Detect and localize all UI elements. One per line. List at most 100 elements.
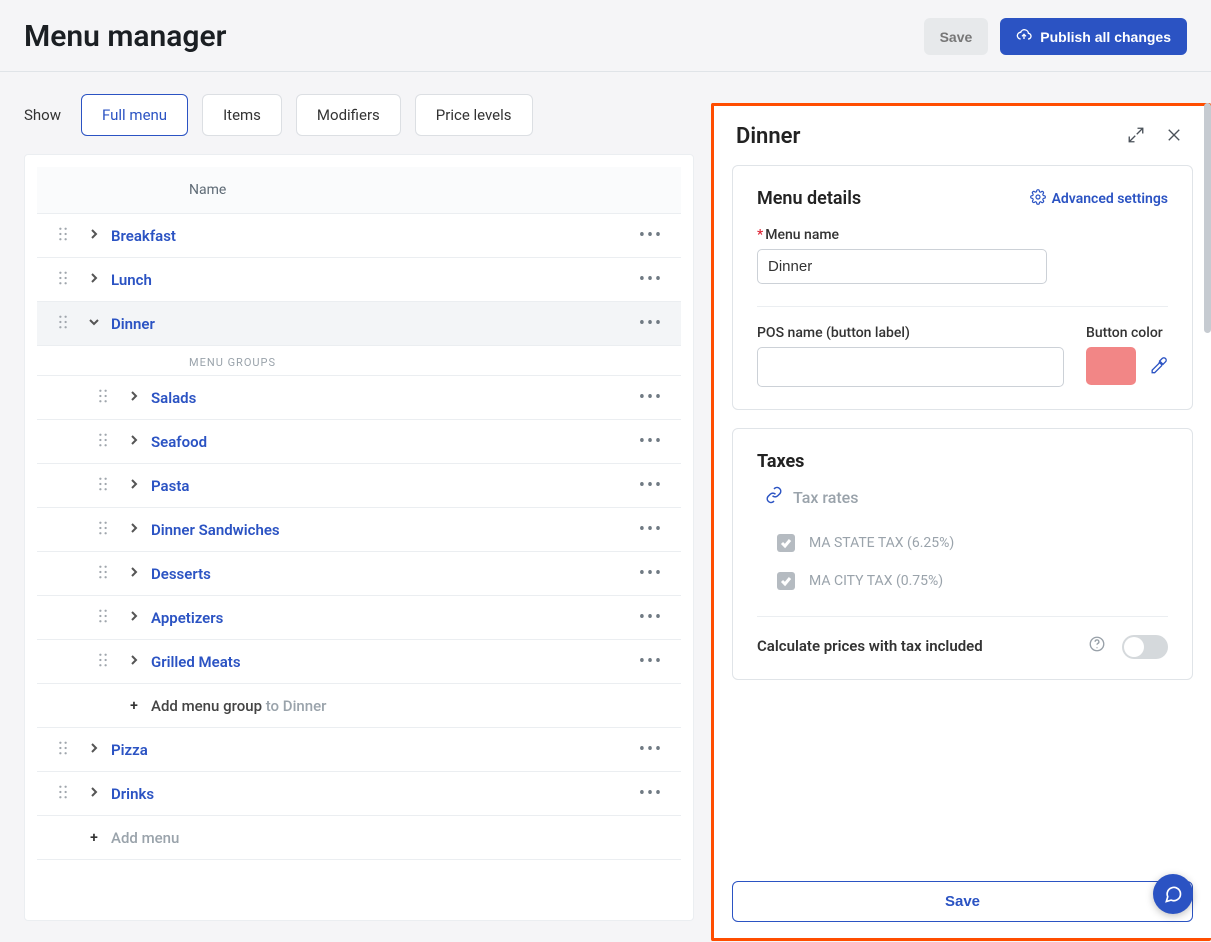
menu-tree: Name Breakfast ••• Lunch ••• Dinner ••• bbox=[24, 154, 694, 921]
tax-item: MA CITY TAX (0.75%) bbox=[757, 562, 1168, 600]
menu-link[interactable]: Dinner bbox=[111, 315, 155, 333]
row-actions-icon[interactable]: ••• bbox=[631, 651, 671, 672]
menu-row[interactable]: Pizza ••• bbox=[37, 728, 681, 772]
drag-handle-icon[interactable] bbox=[37, 609, 117, 627]
tab-modifiers[interactable]: Modifiers bbox=[296, 94, 401, 136]
page-title: Menu manager bbox=[24, 19, 226, 54]
tax-included-toggle[interactable] bbox=[1122, 635, 1168, 659]
row-actions-icon[interactable]: ••• bbox=[631, 563, 671, 584]
group-link[interactable]: Salads bbox=[151, 389, 196, 407]
drag-handle-icon[interactable] bbox=[37, 565, 117, 583]
chevron-right-icon[interactable] bbox=[77, 228, 111, 244]
tax-included-label: Calculate prices with tax included bbox=[757, 635, 1074, 658]
button-color-label: Button color bbox=[1086, 325, 1168, 341]
drag-handle-icon[interactable] bbox=[37, 741, 77, 759]
row-actions-icon[interactable]: ••• bbox=[631, 269, 671, 290]
add-menu-row[interactable]: + Add menu bbox=[37, 816, 681, 860]
drag-handle-icon[interactable] bbox=[37, 227, 77, 245]
expand-icon[interactable] bbox=[1127, 126, 1151, 148]
row-actions-icon[interactable]: ••• bbox=[631, 739, 671, 760]
row-actions-icon[interactable]: ••• bbox=[631, 225, 671, 246]
tax-item-label: MA STATE TAX (6.25%) bbox=[809, 535, 954, 551]
taxes-card: Taxes Tax rates MA STATE TAX (6.25%) MA … bbox=[732, 428, 1193, 680]
chevron-right-icon[interactable] bbox=[77, 786, 111, 802]
tab-items[interactable]: Items bbox=[202, 94, 282, 136]
row-actions-icon[interactable]: ••• bbox=[631, 519, 671, 540]
add-menu-label: Add menu bbox=[111, 829, 179, 847]
plus-icon: + bbox=[117, 698, 151, 714]
chevron-right-icon[interactable] bbox=[117, 566, 151, 582]
menu-group-row[interactable]: Pasta ••• bbox=[37, 464, 681, 508]
checkbox-checked-icon[interactable] bbox=[777, 572, 795, 590]
menu-name-input[interactable] bbox=[757, 249, 1047, 284]
group-link[interactable]: Desserts bbox=[151, 565, 211, 583]
menu-row[interactable]: Drinks ••• bbox=[37, 772, 681, 816]
drag-handle-icon[interactable] bbox=[37, 521, 117, 539]
tax-rates-link[interactable]: Tax rates bbox=[765, 486, 1168, 508]
cloud-upload-icon bbox=[1016, 27, 1032, 46]
gear-icon bbox=[1030, 189, 1046, 209]
pos-name-input[interactable] bbox=[757, 347, 1064, 387]
page-scrollbar[interactable] bbox=[1204, 103, 1211, 333]
chevron-right-icon[interactable] bbox=[117, 434, 151, 450]
drag-handle-icon[interactable] bbox=[37, 477, 117, 495]
header-save-button: Save bbox=[924, 18, 989, 55]
chevron-right-icon[interactable] bbox=[117, 478, 151, 494]
chat-fab[interactable] bbox=[1153, 874, 1193, 914]
menu-link[interactable]: Lunch bbox=[111, 271, 152, 289]
menu-group-row[interactable]: Grilled Meats ••• bbox=[37, 640, 681, 684]
menu-group-row[interactable]: Dinner Sandwiches ••• bbox=[37, 508, 681, 552]
add-group-label: Add menu group bbox=[151, 697, 262, 715]
side-save-button[interactable]: Save bbox=[732, 881, 1193, 922]
chevron-right-icon[interactable] bbox=[77, 272, 111, 288]
tab-price-levels[interactable]: Price levels bbox=[415, 94, 533, 136]
link-icon bbox=[765, 486, 783, 508]
chevron-right-icon[interactable] bbox=[77, 742, 111, 758]
publish-all-button[interactable]: Publish all changes bbox=[1000, 18, 1187, 55]
pos-name-label: POS name (button label) bbox=[757, 325, 1064, 341]
advanced-settings-link[interactable]: Advanced settings bbox=[1030, 189, 1168, 209]
chevron-right-icon[interactable] bbox=[117, 610, 151, 626]
menu-group-row[interactable]: Seafood ••• bbox=[37, 420, 681, 464]
chevron-right-icon[interactable] bbox=[117, 522, 151, 538]
drag-handle-icon[interactable] bbox=[37, 653, 117, 671]
group-link[interactable]: Appetizers bbox=[151, 609, 223, 627]
menu-link[interactable]: Breakfast bbox=[111, 227, 176, 245]
row-actions-icon[interactable]: ••• bbox=[631, 607, 671, 628]
menu-link[interactable]: Drinks bbox=[111, 785, 154, 803]
add-menu-group-row[interactable]: + Add menu group to Dinner bbox=[37, 684, 681, 728]
row-actions-icon[interactable]: ••• bbox=[631, 431, 671, 452]
menu-group-row[interactable]: Desserts ••• bbox=[37, 552, 681, 596]
help-icon[interactable] bbox=[1088, 635, 1108, 657]
chevron-right-icon[interactable] bbox=[117, 654, 151, 670]
drag-handle-icon[interactable] bbox=[37, 271, 77, 289]
publish-label: Publish all changes bbox=[1040, 29, 1171, 45]
row-actions-icon[interactable]: ••• bbox=[631, 475, 671, 496]
checkbox-checked-icon[interactable] bbox=[777, 534, 795, 552]
menu-row[interactable]: Lunch ••• bbox=[37, 258, 681, 302]
group-link[interactable]: Seafood bbox=[151, 433, 207, 451]
close-icon[interactable] bbox=[1165, 126, 1189, 148]
eyedropper-icon[interactable] bbox=[1148, 356, 1168, 376]
menu-group-row[interactable]: Appetizers ••• bbox=[37, 596, 681, 640]
drag-handle-icon[interactable] bbox=[37, 433, 117, 451]
menu-row-selected[interactable]: Dinner ••• bbox=[37, 302, 681, 346]
detail-side-panel: Dinner Menu details Advanced settings *M… bbox=[711, 103, 1211, 941]
drag-handle-icon[interactable] bbox=[37, 389, 117, 407]
row-actions-icon[interactable]: ••• bbox=[631, 783, 671, 804]
chevron-down-icon[interactable] bbox=[77, 316, 111, 332]
chevron-right-icon[interactable] bbox=[117, 390, 151, 406]
group-link[interactable]: Pasta bbox=[151, 477, 189, 495]
color-swatch[interactable] bbox=[1086, 347, 1136, 385]
row-actions-icon[interactable]: ••• bbox=[631, 387, 671, 408]
group-link[interactable]: Grilled Meats bbox=[151, 653, 241, 671]
menu-link[interactable]: Pizza bbox=[111, 741, 148, 759]
drag-handle-icon[interactable] bbox=[37, 315, 77, 333]
menu-row[interactable]: Breakfast ••• bbox=[37, 214, 681, 258]
taxes-heading: Taxes bbox=[757, 451, 1168, 472]
drag-handle-icon[interactable] bbox=[37, 785, 77, 803]
menu-group-row[interactable]: Salads ••• bbox=[37, 376, 681, 420]
tab-full-menu[interactable]: Full menu bbox=[81, 94, 188, 136]
group-link[interactable]: Dinner Sandwiches bbox=[151, 521, 280, 539]
row-actions-icon[interactable]: ••• bbox=[631, 313, 671, 334]
